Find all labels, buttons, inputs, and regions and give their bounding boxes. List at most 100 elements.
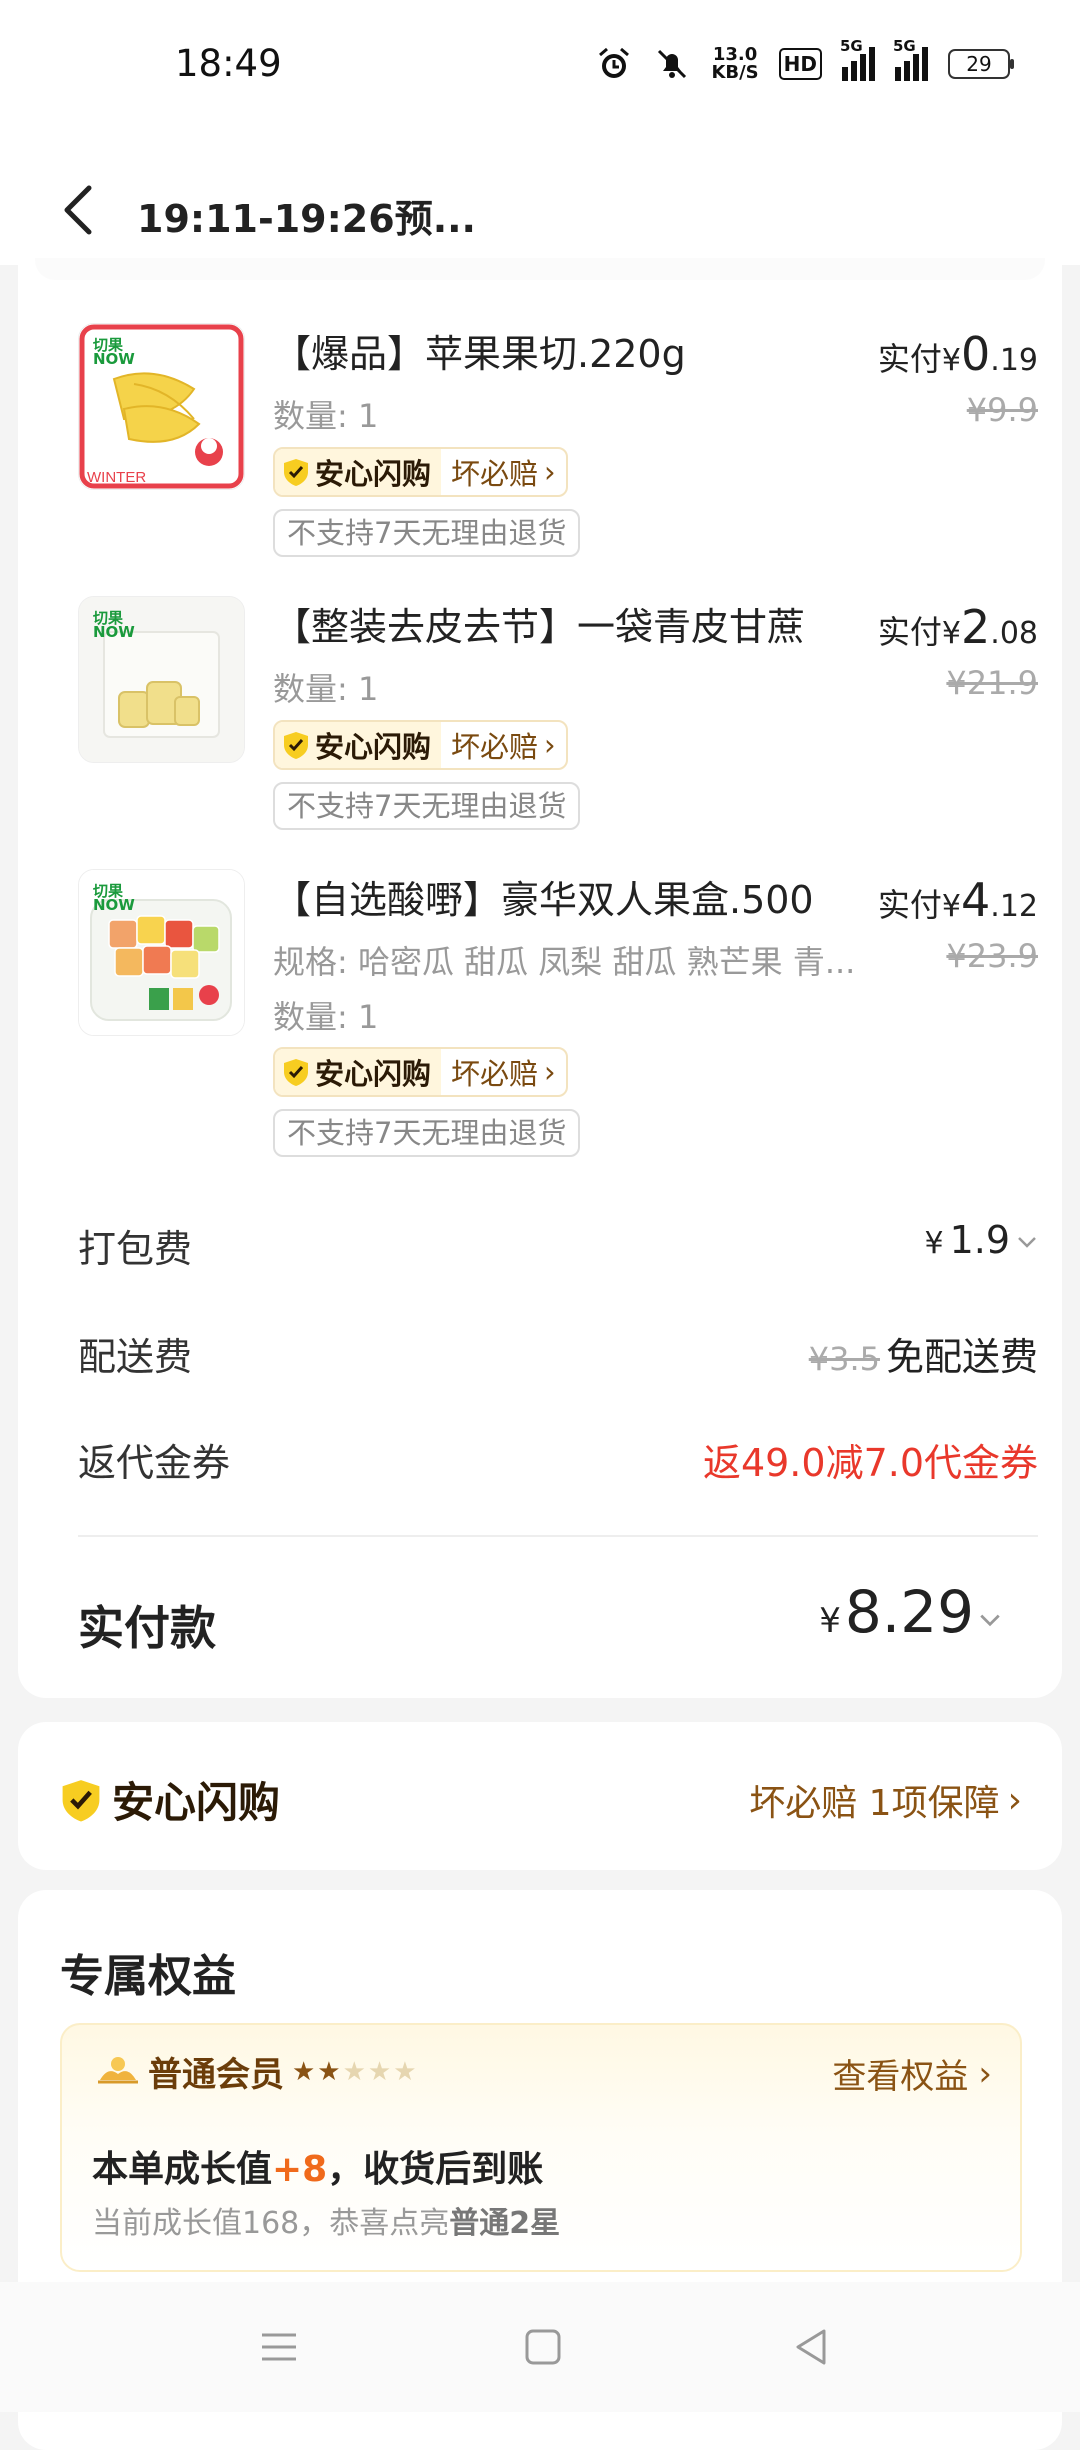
item-paid-price: 实付¥4.12 bbox=[878, 873, 1038, 927]
currency-symbol: ¥ bbox=[941, 343, 961, 378]
chevron-right-icon: › bbox=[544, 728, 556, 762]
currency-symbol: ¥ bbox=[924, 1226, 944, 1261]
star-rating-icon: ★★★★★ bbox=[292, 2057, 419, 2087]
coupon-value: 返49.0减7.0代金券 bbox=[702, 1441, 1038, 1485]
item-quantity: 数量: 1 bbox=[273, 397, 379, 435]
product-image-apple: WINTER 切果 NOW bbox=[78, 323, 245, 490]
safe-purchase-tag[interactable]: 安心闪购 坏必赔 › bbox=[273, 1047, 568, 1097]
paid-prefix: 实付 bbox=[877, 340, 942, 378]
total-value[interactable]: ¥8.29 bbox=[819, 1578, 1002, 1646]
home-square-icon[interactable] bbox=[522, 2326, 564, 2368]
safe-purchase-title: 安心闪购 bbox=[58, 1769, 280, 1830]
status-time: 18:49 bbox=[175, 42, 282, 85]
item-spec: 规格: 哈密瓜 甜瓜 凤梨 甜瓜 熟芒果 青... bbox=[273, 943, 856, 981]
safe-card-title-text: 安心闪购 bbox=[112, 1778, 281, 1827]
growth-sub-prefix: 当前成长值168，恭喜点亮 bbox=[92, 2206, 450, 2241]
system-nav-bar bbox=[0, 2282, 1080, 2412]
currency-symbol: ¥ bbox=[819, 1601, 841, 1641]
product-image-sugarcane: 切果 NOW bbox=[78, 596, 245, 763]
safe-purchase-guarantee[interactable]: 坏必赔 1项保障 › bbox=[749, 1774, 1022, 1826]
battery-icon: 29 bbox=[948, 49, 1014, 79]
paid-prefix: 实付 bbox=[877, 886, 942, 924]
item-name: 【整装去皮去节】一袋青皮甘蔗 bbox=[273, 605, 806, 649]
paid-prefix: 实付 bbox=[877, 613, 942, 651]
packing-fee-amount: 1.9 bbox=[949, 1218, 1010, 1262]
item-quantity: 数量: 1 bbox=[273, 998, 379, 1036]
page-title: 19:11-19:26预... bbox=[137, 197, 476, 241]
member-box: 普通会员 ★★★★★ 查看权益 › 本单成长值+8，收货后到账 当前成长值168… bbox=[60, 2023, 1022, 2272]
growth-subtext: 当前成长值168，恭喜点亮普通2星 bbox=[92, 2198, 560, 2242]
currency-symbol: ¥ bbox=[941, 889, 961, 924]
safe-purchase-card[interactable]: 安心闪购 坏必赔 1项保障 › bbox=[18, 1722, 1062, 1870]
total-amount: 8.29 bbox=[844, 1578, 974, 1646]
stars-filled: ★★ bbox=[292, 2056, 343, 2087]
member-level: 普通会员 ★★★★★ bbox=[96, 2047, 419, 2096]
delivery-fee-row: 配送费 ¥3.5 免配送费 bbox=[78, 1326, 1038, 1386]
item-paid-price: 实付¥2.08 bbox=[878, 600, 1038, 654]
brand-logo: 切果 NOW bbox=[93, 882, 135, 914]
divider bbox=[78, 1535, 1038, 1537]
chevron-right-icon: › bbox=[544, 455, 556, 489]
coupon-label: 返代金券 bbox=[78, 1441, 231, 1485]
signal-label-2: 5G bbox=[893, 37, 916, 55]
view-benefits-link[interactable]: 查看权益 › bbox=[832, 2049, 992, 2098]
price-decimal: .19 bbox=[990, 343, 1038, 378]
member-level-label: 普通会员 bbox=[148, 2055, 284, 2095]
signal-label-1: 5G bbox=[840, 37, 863, 55]
growth-amount: +8 bbox=[272, 2149, 328, 2190]
back-triangle-icon[interactable] bbox=[790, 2326, 832, 2368]
growth-value-text: 本单成长值+8，收货后到账 bbox=[92, 2140, 543, 2192]
safe-purchase-tag[interactable]: 安心闪购 坏必赔 › bbox=[273, 447, 568, 497]
guarantee-text: 坏必赔 1项保障 bbox=[749, 1783, 1000, 1824]
chevron-down-icon bbox=[1018, 1237, 1036, 1248]
status-bar: 18:49 13.0 KB/S HD 5G 5G 29 bbox=[0, 0, 1080, 140]
price-integer: 0 bbox=[961, 327, 991, 381]
benefits-title: 专属权益 bbox=[60, 1951, 236, 2002]
growth-sub-level: 普通2星 bbox=[449, 2206, 561, 2241]
safe-label: 安心闪购 bbox=[315, 730, 432, 764]
total-label: 实付款 bbox=[78, 1601, 216, 1655]
item-name: 【自选酸嘢】豪华双人果盒.500 bbox=[273, 878, 814, 922]
chevron-down-icon bbox=[980, 1614, 1000, 1627]
packing-fee-label: 打包费 bbox=[78, 1227, 193, 1271]
currency-symbol: ¥ bbox=[941, 616, 961, 651]
status-icons: 13.0 KB/S HD 5G 5G 29 bbox=[595, 37, 1014, 83]
growth-prefix: 本单成长值 bbox=[92, 2149, 273, 2190]
shield-check-icon bbox=[284, 732, 308, 759]
shield-check-icon bbox=[284, 459, 308, 486]
signal-icon-2: 5G bbox=[893, 37, 928, 81]
brand-logo: 切果 NOW bbox=[93, 609, 135, 641]
chevron-right-icon: › bbox=[544, 1055, 556, 1089]
price-decimal: .08 bbox=[990, 616, 1038, 651]
return-policy-tag: 不支持7天无理由退货 bbox=[273, 1109, 581, 1157]
signal-icon-1: 5G bbox=[840, 37, 875, 81]
item-original-price: ¥23.9 bbox=[946, 937, 1038, 975]
safe-purchase-tag[interactable]: 安心闪购 坏必赔 › bbox=[273, 720, 568, 770]
menu-icon[interactable] bbox=[258, 2326, 300, 2368]
delivery-fee-free: 免配送费 bbox=[885, 1335, 1038, 1379]
hd-icon: HD bbox=[778, 48, 822, 80]
packing-fee-value: ¥1.9 bbox=[924, 1218, 1038, 1262]
item-quantity: 数量: 1 bbox=[273, 670, 379, 708]
item-original-price: ¥9.9 bbox=[966, 391, 1038, 429]
chevron-right-icon: › bbox=[978, 2053, 992, 2094]
chevron-right-icon: › bbox=[1007, 1779, 1022, 1821]
price-integer: 4 bbox=[961, 873, 991, 927]
packing-fee-row[interactable]: 打包费 ¥1.9 bbox=[78, 1218, 1038, 1278]
card-top-edge bbox=[35, 258, 1045, 280]
order-card: WINTER 切果 NOW 【爆品】苹果果切.220g 实付¥0.19 ¥9.9 … bbox=[18, 258, 1062, 1698]
shield-check-icon bbox=[62, 1779, 100, 1821]
return-policy-tag: 不支持7天无理由退货 bbox=[273, 782, 581, 830]
price-decimal: .12 bbox=[990, 889, 1038, 924]
alarm-icon bbox=[599, 47, 630, 78]
safe-label: 安心闪购 bbox=[315, 1057, 432, 1091]
item-paid-price: 实付¥0.19 bbox=[878, 327, 1038, 381]
net-speed-unit: KB/S bbox=[711, 62, 759, 83]
safe-label: 安心闪购 bbox=[315, 457, 432, 491]
mute-bell-icon bbox=[658, 49, 687, 79]
coupon-row: 返代金券 返49.0减7.0代金券 bbox=[78, 1432, 1038, 1492]
svg-text:WINTER: WINTER bbox=[87, 469, 146, 486]
delivery-fee-original: ¥3.5 bbox=[808, 1340, 880, 1378]
net-speed: 13.0 KB/S bbox=[711, 46, 758, 82]
back-arrow-icon[interactable] bbox=[55, 180, 105, 240]
